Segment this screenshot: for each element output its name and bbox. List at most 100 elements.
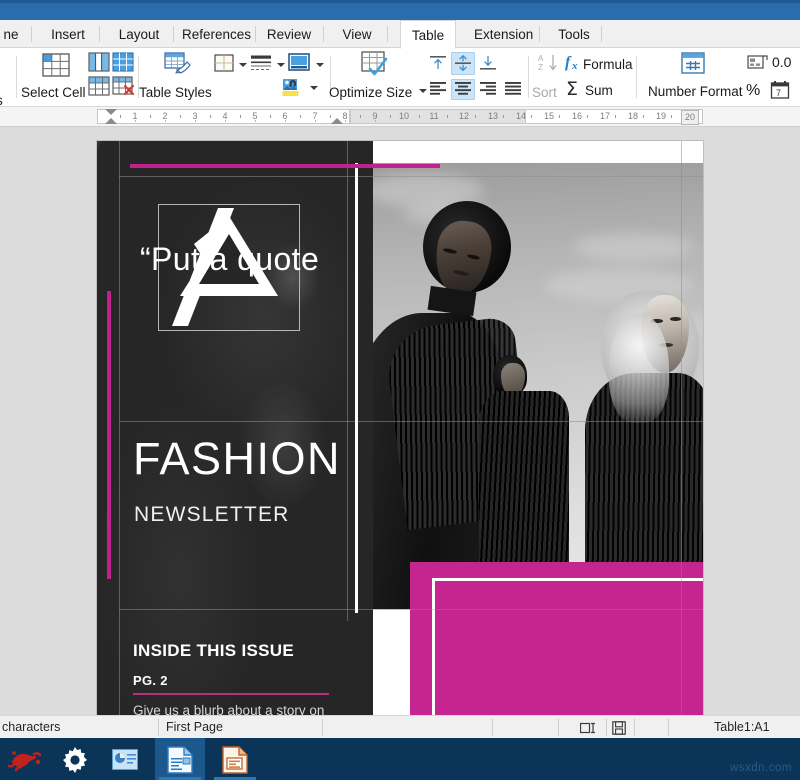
table-styles-label[interactable]: Table Styles <box>139 85 212 100</box>
formula-label[interactable]: Formula <box>583 57 633 72</box>
taskbar: wsxdn.com <box>0 738 800 780</box>
number-format-icon[interactable] <box>680 51 706 76</box>
table-gridline-v <box>119 141 120 715</box>
tab-references-label: References <box>182 27 251 42</box>
sort-label[interactable]: Sort <box>532 85 557 100</box>
tab-divider <box>99 26 100 42</box>
tab-layout-label: Layout <box>119 27 160 42</box>
percent-format-label[interactable]: % <box>746 82 760 100</box>
writer-document-icon <box>167 746 193 779</box>
page-white-gap <box>373 609 410 715</box>
right-indent-marker[interactable] <box>331 118 343 124</box>
borders-dropdown-caret[interactable] <box>239 63 247 67</box>
sort-ascending-icon[interactable]: A Z <box>538 53 562 73</box>
delete-table-icon[interactable] <box>112 76 136 96</box>
inside-this-issue-heading[interactable]: INSIDE THIS ISSUE <box>133 641 294 661</box>
sum-label[interactable]: Sum <box>585 83 613 98</box>
highlight-dropdown-caret[interactable] <box>310 86 318 90</box>
tab-layout[interactable]: Layout <box>104 20 174 48</box>
background-dropdown-caret[interactable] <box>316 63 324 67</box>
svg-text:A: A <box>538 54 544 63</box>
tab-divider <box>539 26 540 42</box>
tab-review[interactable]: Review <box>254 20 324 48</box>
document-canvas[interactable]: FASHION NEWSLETTER INSIDE THIS ISSUE PG.… <box>0 127 800 715</box>
borders-icon[interactable] <box>214 54 234 72</box>
highlight-fill-icon[interactable] <box>282 78 304 98</box>
align-top-icon[interactable] <box>429 55 447 71</box>
quote-box[interactable] <box>410 562 703 715</box>
pink-accent-line-top <box>130 164 440 168</box>
date-format-icon[interactable]: 7 <box>770 80 790 100</box>
tab-view[interactable]: View <box>326 20 388 48</box>
align-justify-icon[interactable] <box>504 81 522 96</box>
left-indent-marker[interactable] <box>105 118 117 124</box>
insert-rows-icon[interactable] <box>88 76 110 96</box>
tab-table[interactable]: Table <box>400 20 456 49</box>
quote-text[interactable]: “Put a quote <box>140 241 319 278</box>
optimize-size-dropdown-caret[interactable] <box>419 89 427 93</box>
taskbar-item-writer[interactable] <box>155 738 205 780</box>
split-cells-icon[interactable] <box>88 52 110 72</box>
optimize-size-icon[interactable] <box>360 50 388 77</box>
tab-view-label: View <box>342 27 371 42</box>
ruler-number: 15 <box>541 110 557 123</box>
newsletter-title[interactable]: FASHION <box>133 433 341 485</box>
border-style-dropdown-caret[interactable] <box>277 63 285 67</box>
tab-extension[interactable]: Extension <box>464 20 540 48</box>
table-cell-reference[interactable]: Table1:A1 <box>714 720 770 734</box>
group-divider <box>16 56 17 98</box>
table-styles-icon[interactable] <box>163 50 193 78</box>
tab-references[interactable]: References <box>172 20 256 48</box>
newsletter-subtitle[interactable]: NEWSLETTER <box>134 503 290 527</box>
svg-text:x: x <box>571 60 578 72</box>
taskbar-item-settings[interactable] <box>50 738 100 780</box>
align-bottom-icon[interactable] <box>479 55 497 71</box>
taskbar-item-clip[interactable] <box>0 738 50 780</box>
word-count-status[interactable]: characters <box>2 720 60 734</box>
optimize-size-label[interactable]: Optimize Size <box>329 85 412 100</box>
blue-card-icon <box>112 749 138 775</box>
ribbon-toolbar: e s Select Cell <box>0 48 800 107</box>
align-center-vertical-icon[interactable] <box>454 55 472 71</box>
tab-divider <box>387 26 388 42</box>
select-cell-label[interactable]: Select Cell <box>21 85 86 100</box>
ruler-number: 11 <box>426 110 442 123</box>
first-line-indent-marker[interactable] <box>105 109 117 115</box>
tab-divider <box>601 26 602 42</box>
story-blurb[interactable]: Give us a blurb about a story on <box>133 702 358 715</box>
ribbon-tab-bar: ne Insert Layout References Review View … <box>0 20 800 48</box>
tab-home-label: ne <box>3 27 18 42</box>
select-cell-icon[interactable] <box>42 52 70 78</box>
align-right-icon[interactable] <box>479 81 497 96</box>
tab-tools[interactable]: Tools <box>546 20 602 48</box>
tab-tools-label: Tools <box>558 27 590 42</box>
status-divider <box>668 719 669 736</box>
page-style-status[interactable]: First Page <box>166 720 223 734</box>
taskbar-item-app[interactable] <box>100 738 150 780</box>
merge-cells-icon[interactable] <box>112 52 134 72</box>
number-format-label[interactable]: Number Format <box>648 84 743 99</box>
tab-home[interactable]: ne <box>0 20 32 48</box>
document-page[interactable]: FASHION NEWSLETTER INSIDE THIS ISSUE PG.… <box>97 141 703 715</box>
border-style-icon[interactable] <box>250 54 272 72</box>
quote-box-border <box>432 578 703 715</box>
align-left-icon[interactable] <box>429 81 447 96</box>
background-color-icon[interactable] <box>288 53 310 72</box>
decimal-places-label[interactable]: 0.0 <box>772 54 791 70</box>
status-divider <box>606 719 607 736</box>
save-icon[interactable] <box>612 721 626 738</box>
svg-text:f: f <box>565 54 572 71</box>
tab-insert[interactable]: Insert <box>36 20 100 48</box>
tab-table-label: Table <box>412 28 444 43</box>
taskbar-item-impress[interactable] <box>210 738 260 780</box>
currency-format-icon[interactable] <box>747 54 769 71</box>
tab-review-label: Review <box>267 27 311 42</box>
align-center-icon[interactable] <box>454 81 472 96</box>
ruler-number: 17 <box>597 110 613 123</box>
status-bar: characters First Page Table1:A1 <box>0 715 800 738</box>
table-gridline-h <box>410 609 703 610</box>
text-selection-icon[interactable] <box>580 722 598 737</box>
horizontal-ruler[interactable]: 1 2 3 4 5 6 7 8 9 10 11 12 13 14 15 16 1… <box>0 107 800 127</box>
ruler-number: 12 <box>456 110 472 123</box>
page-reference[interactable]: PG. 2 <box>133 673 168 688</box>
